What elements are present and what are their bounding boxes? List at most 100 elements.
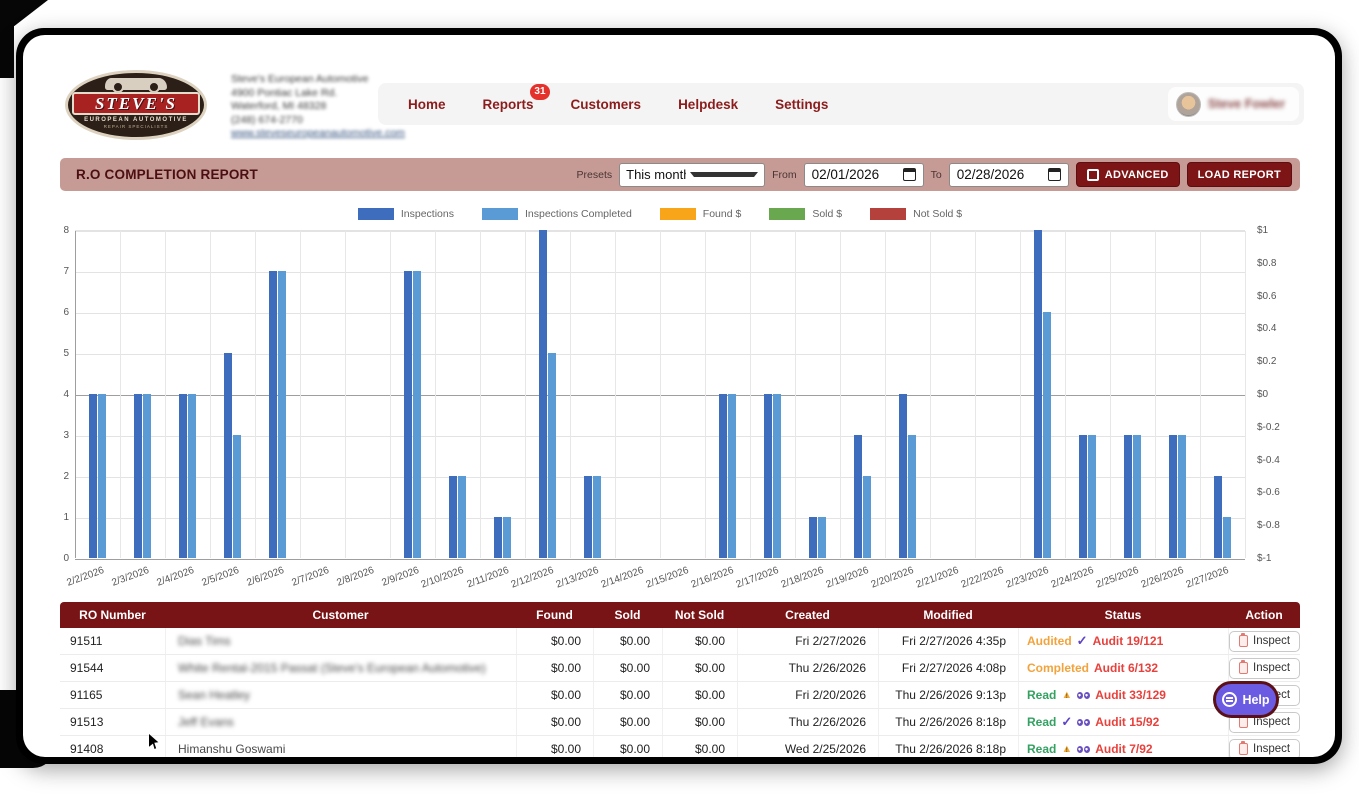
modified-cell: Thu 2/26/2026 8:18p	[878, 736, 1018, 757]
gridline	[570, 231, 571, 558]
modified-cell: Fri 2/27/2026 4:08p	[878, 655, 1018, 681]
chat-bubble-icon	[1222, 692, 1237, 707]
gridline	[525, 231, 526, 558]
sold-cell: $0.00	[593, 736, 662, 757]
bar-inspections-completed	[908, 435, 916, 558]
bar-inspections	[1079, 435, 1087, 558]
action-cell: Inspect	[1228, 655, 1300, 681]
right-axis-tick: $-1	[1257, 553, 1271, 564]
address-line: Steve's European Automotive	[231, 73, 405, 87]
bar-inspections-completed	[1223, 517, 1231, 558]
bar-inspections-completed	[1088, 435, 1096, 558]
presets-select[interactable]: This month (Februa	[619, 163, 765, 187]
to-date-input[interactable]	[957, 167, 1043, 182]
gridline	[390, 231, 391, 558]
nav-item-reports[interactable]: Reports31	[483, 97, 534, 112]
x-axis-tick: 2/24/2026	[1050, 565, 1096, 591]
advanced-toggle-button[interactable]: ADVANCED	[1076, 162, 1180, 187]
table-row: 91408Himanshu Goswami$0.00$0.00$0.00Wed …	[60, 736, 1300, 757]
inspect-button[interactable]: Inspect	[1229, 658, 1300, 679]
legend-item[interactable]: Not Sold $	[870, 208, 962, 220]
status-cell: Read▲!Audit 7/92	[1018, 736, 1228, 757]
app-window: STEVE'S EUROPEAN AUTOMOTIVE REPAIR SPECI…	[16, 28, 1342, 764]
sold-cell: $0.00	[593, 682, 662, 708]
clipboard-icon	[1239, 662, 1248, 674]
legend-item[interactable]: Sold $	[769, 208, 842, 220]
company-logo: STEVE'S EUROPEAN AUTOMOTIVE REPAIR SPECI…	[65, 70, 207, 140]
not-sold-cell: $0.00	[662, 709, 737, 735]
x-axis-tick: 2/25/2026	[1095, 565, 1141, 591]
created-cell: Fri 2/27/2026	[737, 628, 878, 654]
calendar-icon[interactable]	[1048, 168, 1061, 181]
legend-item[interactable]: Inspections	[358, 208, 454, 220]
table-row: 91513Jeff Evans$0.00$0.00$0.00Thu 2/26/2…	[60, 709, 1300, 736]
x-axis-tick: 2/14/2026	[600, 565, 646, 591]
car-icon	[105, 78, 167, 90]
x-axis-tick: 2/12/2026	[510, 565, 556, 591]
column-header-found: Found	[516, 608, 593, 622]
legend-label: Not Sold $	[913, 208, 962, 220]
checkbox-icon[interactable]	[1087, 169, 1099, 181]
eyes-icon	[1077, 692, 1090, 699]
load-report-button[interactable]: LOAD REPORT	[1187, 162, 1292, 187]
x-axis-tick: 2/13/2026	[555, 565, 601, 591]
status-cell: CompletedAudit 6/132	[1018, 655, 1228, 681]
gridline	[975, 231, 976, 558]
gridline	[885, 231, 886, 558]
bar-inspections-completed	[1043, 312, 1051, 558]
found-cell: $0.00	[516, 655, 593, 681]
bar-inspections-completed	[503, 517, 511, 558]
right-axis-tick: $0.4	[1257, 323, 1276, 334]
gridline	[1200, 231, 1201, 558]
inspect-button[interactable]: Inspect	[1229, 631, 1300, 652]
gridline	[120, 231, 121, 558]
x-axis-tick: 2/10/2026	[420, 565, 466, 591]
to-date-field[interactable]	[949, 163, 1069, 187]
bar-inspections	[1214, 476, 1222, 558]
column-header-ro-number: RO Number	[60, 608, 165, 622]
help-label: Help	[1242, 693, 1269, 707]
company-website-link[interactable]: www.steveseuropeanautomotive.com	[231, 127, 405, 141]
x-axis-tick: 2/8/2026	[335, 565, 375, 589]
from-date-field[interactable]	[804, 163, 924, 187]
user-menu[interactable]: Steve Fowler	[1168, 87, 1299, 121]
legend-swatch	[769, 208, 805, 220]
bar-inspections	[134, 394, 142, 558]
nav-item-helpdesk[interactable]: Helpdesk	[678, 97, 738, 112]
legend-item[interactable]: Inspections Completed	[482, 208, 632, 220]
sold-cell: $0.00	[593, 655, 662, 681]
not-sold-cell: $0.00	[662, 682, 737, 708]
nav-item-home[interactable]: Home	[408, 97, 446, 112]
nav-item-customers[interactable]: Customers	[571, 97, 642, 112]
customer-cell: Sean Heatley	[165, 682, 516, 708]
calendar-icon[interactable]	[903, 168, 916, 181]
gridline	[165, 231, 166, 558]
bar-inspections	[854, 435, 862, 558]
legend-item[interactable]: Found $	[660, 208, 742, 220]
x-axis-tick: 2/9/2026	[380, 565, 420, 589]
bar-inspections-completed	[728, 394, 736, 558]
eyes-icon	[1077, 719, 1090, 726]
background-artifact	[0, 0, 48, 26]
x-axis-tick: 2/27/2026	[1185, 565, 1231, 591]
gridline	[840, 231, 841, 558]
sold-cell: $0.00	[593, 709, 662, 735]
bar-inspections-completed	[458, 476, 466, 558]
created-cell: Thu 2/26/2026	[737, 655, 878, 681]
warning-icon: ▲!	[1061, 690, 1072, 701]
legend-swatch	[870, 208, 906, 220]
left-axis-tick: 3	[39, 430, 69, 441]
page-title: R.O COMPLETION REPORT	[76, 167, 258, 182]
table-row: 91165Sean Heatley$0.00$0.00$0.00Fri 2/20…	[60, 682, 1300, 709]
legend-label: Found $	[703, 208, 742, 220]
status-cell: Read▲!Audit 33/129	[1018, 682, 1228, 708]
left-axis-tick: 4	[39, 389, 69, 400]
help-button[interactable]: Help	[1213, 681, 1279, 718]
from-date-input[interactable]	[812, 167, 898, 182]
nav-item-settings[interactable]: Settings	[775, 97, 828, 112]
bar-inspections	[809, 517, 817, 558]
gridline	[930, 231, 931, 558]
bar-inspections	[224, 353, 232, 558]
left-axis-tick: 5	[39, 348, 69, 359]
inspect-button[interactable]: Inspect	[1229, 739, 1300, 758]
